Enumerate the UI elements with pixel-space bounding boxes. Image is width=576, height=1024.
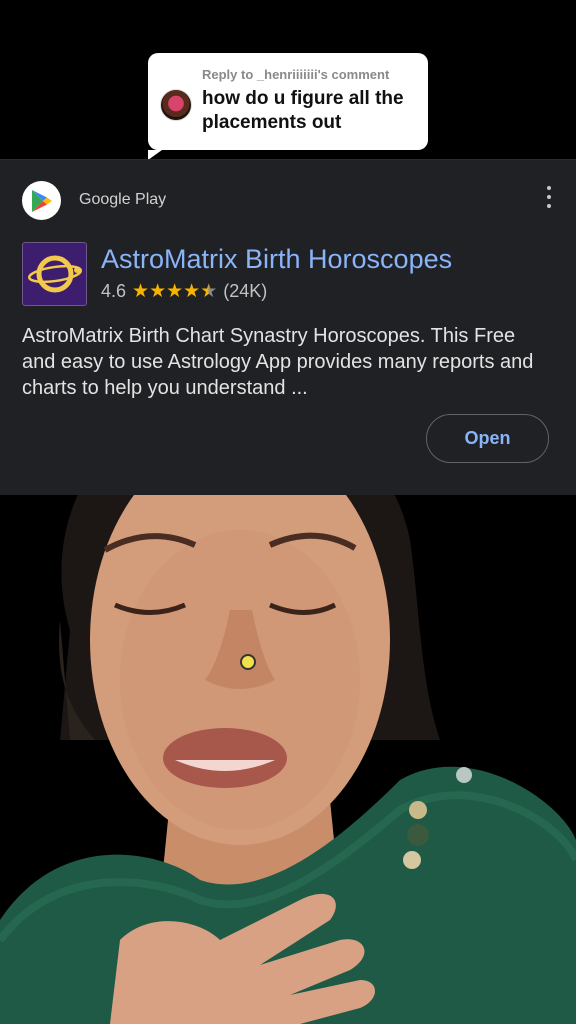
more-vert-icon[interactable] [544,186,554,208]
reply-comment-bubble[interactable]: Reply to _henriiiiiii's comment how do u… [148,53,428,160]
app-rating: 4.6 ★ ★ ★ ★ ★ (24K) [101,281,267,302]
half-star-icon: ★ [200,280,218,302]
app-name-link[interactable]: AstroMatrix Birth Horoscopes [101,244,452,275]
app-description: AstroMatrix Birth Chart Synastry Horosco… [22,325,534,399]
google-play-icon [22,181,61,220]
reply-header: Reply to _henriiiiiii's comment [202,67,390,82]
star-icon: ★ [166,280,184,302]
rating-value: 4.6 [101,281,127,301]
reply-comment-text: how do u figure all the placements out [202,88,404,133]
rating-stars: ★ ★ ★ ★ ★ [132,280,218,302]
review-count: (24K) [223,281,268,301]
commenter-avatar [160,89,192,121]
astromatrix-app-icon[interactable] [22,242,87,306]
google-play-ad-card[interactable]: Google Play AstroMatrix Birth Horoscopes… [0,159,576,495]
ad-source-label: Google Play [79,191,167,208]
star-icon: ★ [132,280,150,302]
star-icon: ★ [183,280,201,302]
star-icon: ★ [149,280,167,302]
open-button[interactable]: Open [426,414,549,463]
